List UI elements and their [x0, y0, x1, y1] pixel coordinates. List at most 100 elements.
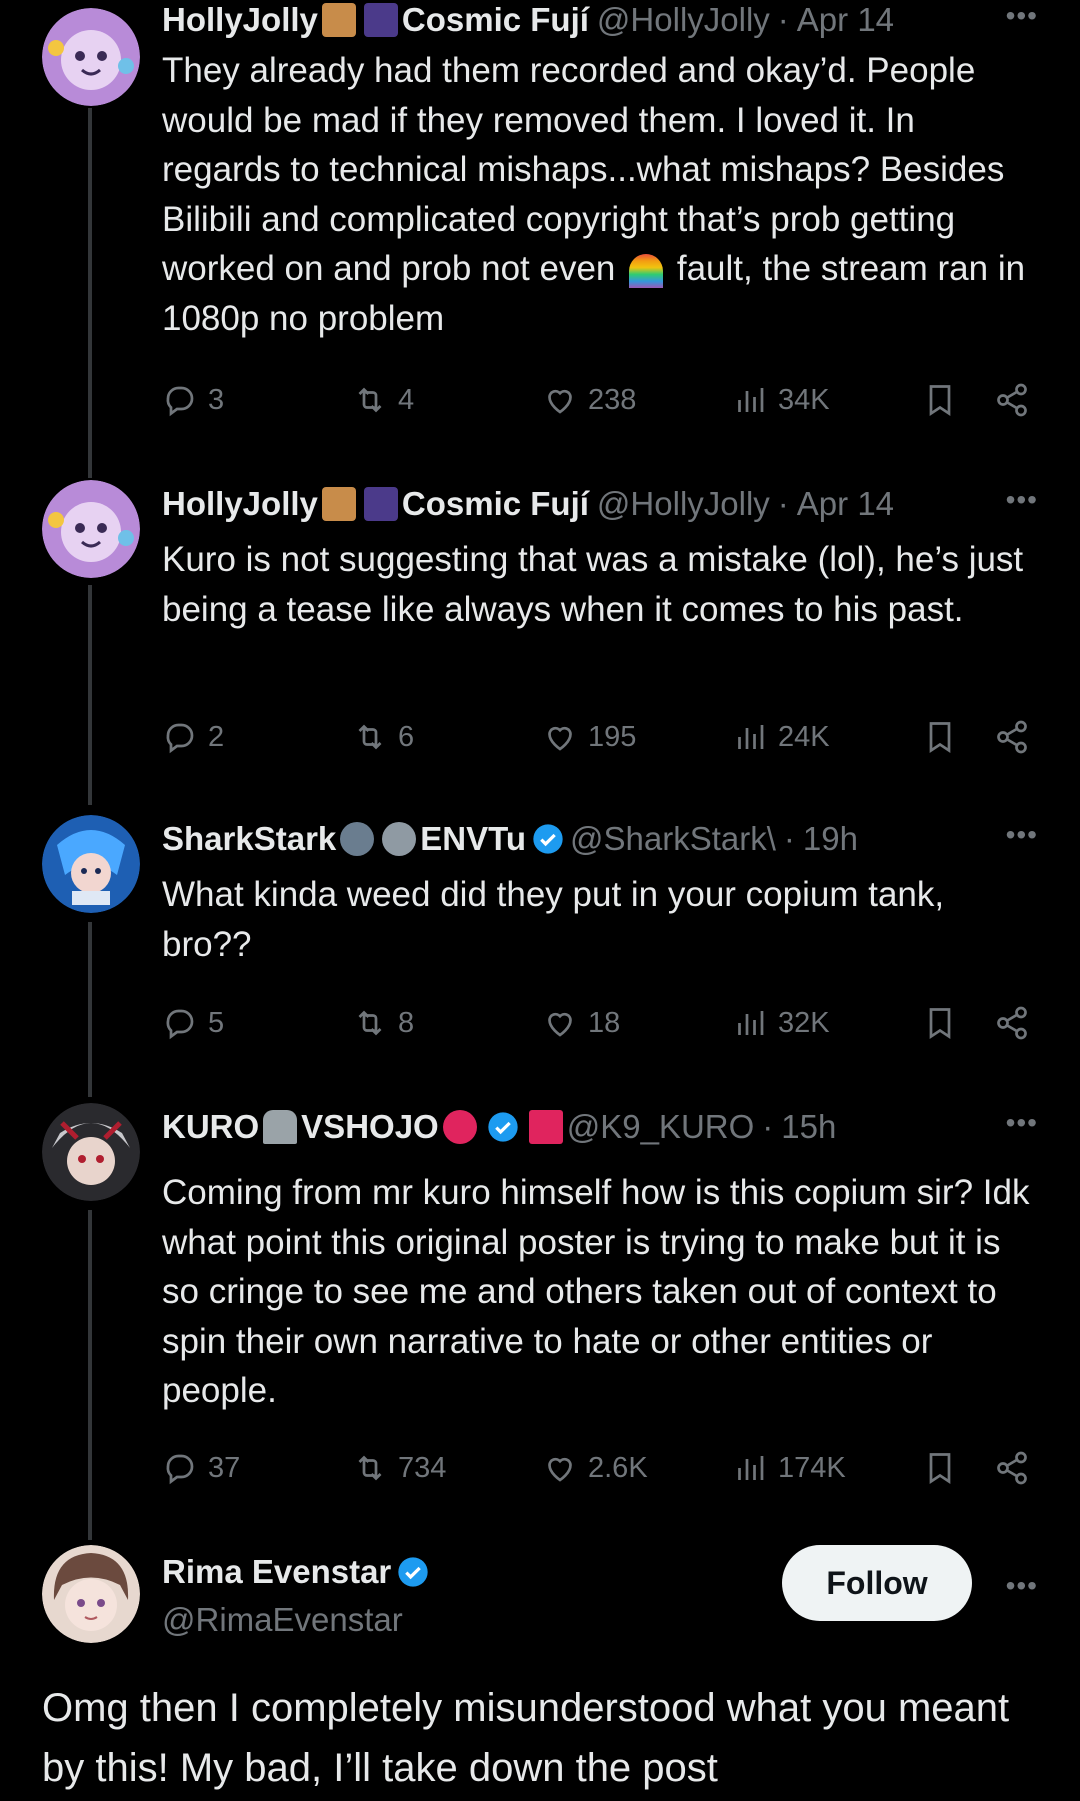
reply-button[interactable]: 2	[162, 712, 224, 762]
repost-icon	[358, 1010, 382, 1036]
reply-button[interactable]: 3	[162, 375, 224, 425]
galaxy-emoji	[363, 3, 398, 37]
timestamp[interactable]: 19h	[803, 820, 858, 858]
avatar[interactable]	[42, 815, 140, 913]
share-button[interactable]	[994, 998, 1040, 1048]
more-icon[interactable]: •••	[1006, 1570, 1038, 1602]
verified-icon	[398, 1557, 428, 1587]
share-icon	[997, 720, 1027, 754]
repost-button[interactable]: 8	[352, 998, 414, 1048]
repost-button[interactable]: 734	[352, 1443, 446, 1493]
like-button[interactable]: 195	[542, 712, 636, 762]
shark-emoji	[340, 822, 375, 856]
views-count: 24K	[778, 720, 830, 753]
reply-count: 2	[208, 720, 225, 753]
views-icon	[738, 1011, 764, 1035]
views-icon	[738, 1456, 764, 1480]
views-button[interactable]: 32K	[732, 998, 830, 1048]
handle[interactable]: @SharkStark\	[570, 820, 776, 858]
display-name[interactable]: SharkStark	[162, 820, 336, 858]
handle[interactable]: @HollyJolly	[597, 485, 770, 523]
bookmark-icon	[929, 722, 951, 754]
reply-tweet[interactable]: HollyJolly Cosmic Fují @HollyJolly · Apr…	[0, 0, 1080, 470]
reply-icon	[166, 1454, 194, 1485]
repost-icon	[358, 387, 382, 413]
mending-heart-emoji	[442, 1110, 477, 1144]
share-icon	[997, 1006, 1027, 1040]
reply-tweet[interactable]: KURO VSHOJO @K9_KURO · 15h ••• Coming fr…	[0, 1103, 1080, 1503]
more-icon[interactable]: •••	[1006, 0, 1038, 32]
avatar[interactable]	[42, 8, 140, 106]
more-icon[interactable]: •••	[1006, 819, 1038, 851]
display-name[interactable]: HollyJolly	[162, 485, 318, 523]
headstone-emoji	[263, 1110, 298, 1144]
repost-button[interactable]: 4	[352, 375, 414, 425]
display-name[interactable]: HollyJolly	[162, 1, 318, 39]
wolf-emoji	[382, 822, 417, 856]
like-icon	[548, 1457, 572, 1482]
separator-dot: ·	[777, 485, 789, 522]
repost-button[interactable]: 6	[352, 712, 414, 762]
bookmark-button[interactable]	[922, 712, 968, 762]
more-icon[interactable]: •••	[1006, 1107, 1038, 1139]
like-icon	[548, 726, 572, 751]
avatar[interactable]	[42, 1545, 140, 1643]
timestamp[interactable]: Apr 14	[797, 485, 894, 523]
llama-emoji	[321, 3, 356, 37]
views-button[interactable]: 174K	[732, 1443, 846, 1493]
repost-icon	[358, 724, 382, 750]
tweet-text: They already had them recorded and okay’…	[162, 46, 1040, 343]
handle[interactable]: @HollyJolly	[597, 1, 770, 39]
display-name[interactable]: KURO	[162, 1108, 259, 1146]
more-icon[interactable]: •••	[1006, 484, 1038, 516]
bookmark-button[interactable]	[922, 1443, 968, 1493]
like-button[interactable]: 238	[542, 375, 636, 425]
like-icon	[548, 389, 572, 414]
views-icon	[738, 388, 764, 412]
repost-count: 6	[398, 720, 415, 753]
timestamp[interactable]: Apr 14	[797, 1, 894, 39]
like-count: 2.6K	[588, 1451, 648, 1484]
separator-dot: ·	[783, 820, 795, 857]
galaxy-emoji	[363, 487, 398, 521]
tweet-text: What kinda weed did they put in your cop…	[162, 875, 945, 964]
handle[interactable]: @RimaEvenstar	[162, 1601, 403, 1639]
views-count: 34K	[778, 383, 830, 416]
timestamp[interactable]: 15h	[781, 1108, 836, 1146]
share-button[interactable]	[994, 712, 1040, 762]
views-count: 32K	[778, 1006, 830, 1039]
like-count: 238	[588, 383, 637, 416]
rainbow-emoji	[629, 253, 664, 288]
views-button[interactable]: 34K	[732, 375, 830, 425]
like-button[interactable]: 2.6K	[542, 1443, 648, 1493]
share-button[interactable]	[994, 375, 1040, 425]
reply-count: 3	[208, 383, 225, 416]
repost-count: 4	[398, 383, 415, 416]
org-name: Cosmic Fují	[401, 485, 589, 522]
reply-count: 37	[208, 1451, 241, 1484]
vshojo-logo-icon	[528, 1110, 563, 1144]
like-button[interactable]: 18	[542, 998, 620, 1048]
main-tweet-text: Omg then I completely misunderstood what…	[42, 1686, 1010, 1790]
follow-button[interactable]: Follow	[782, 1545, 972, 1621]
display-name[interactable]: Rima Evenstar	[162, 1553, 391, 1591]
verified-icon	[533, 824, 563, 854]
bookmark-button[interactable]	[922, 998, 968, 1048]
reply-count: 5	[208, 1006, 225, 1039]
like-count: 18	[588, 1006, 621, 1039]
tweet-text: Coming from mr kuro himself how is this …	[162, 1173, 1030, 1410]
reply-button[interactable]: 37	[162, 1443, 240, 1493]
reply-button[interactable]: 5	[162, 998, 224, 1048]
reply-tweet[interactable]: HollyJolly Cosmic Fují @HollyJolly · Apr…	[0, 480, 1080, 790]
avatar[interactable]	[42, 1103, 140, 1201]
avatar[interactable]	[42, 480, 140, 578]
reply-tweet[interactable]: SharkStark ENVTu @SharkStark\ · 19h ••• …	[0, 815, 1080, 1075]
bookmark-icon	[929, 1008, 951, 1040]
share-button[interactable]	[994, 1443, 1040, 1493]
views-button[interactable]: 24K	[732, 712, 830, 762]
handle[interactable]: @K9_KURO	[567, 1108, 755, 1146]
llama-emoji	[321, 487, 356, 521]
bookmark-button[interactable]	[922, 375, 968, 425]
org-name: Cosmic Fují	[401, 1, 589, 38]
bookmark-icon	[929, 1453, 951, 1485]
